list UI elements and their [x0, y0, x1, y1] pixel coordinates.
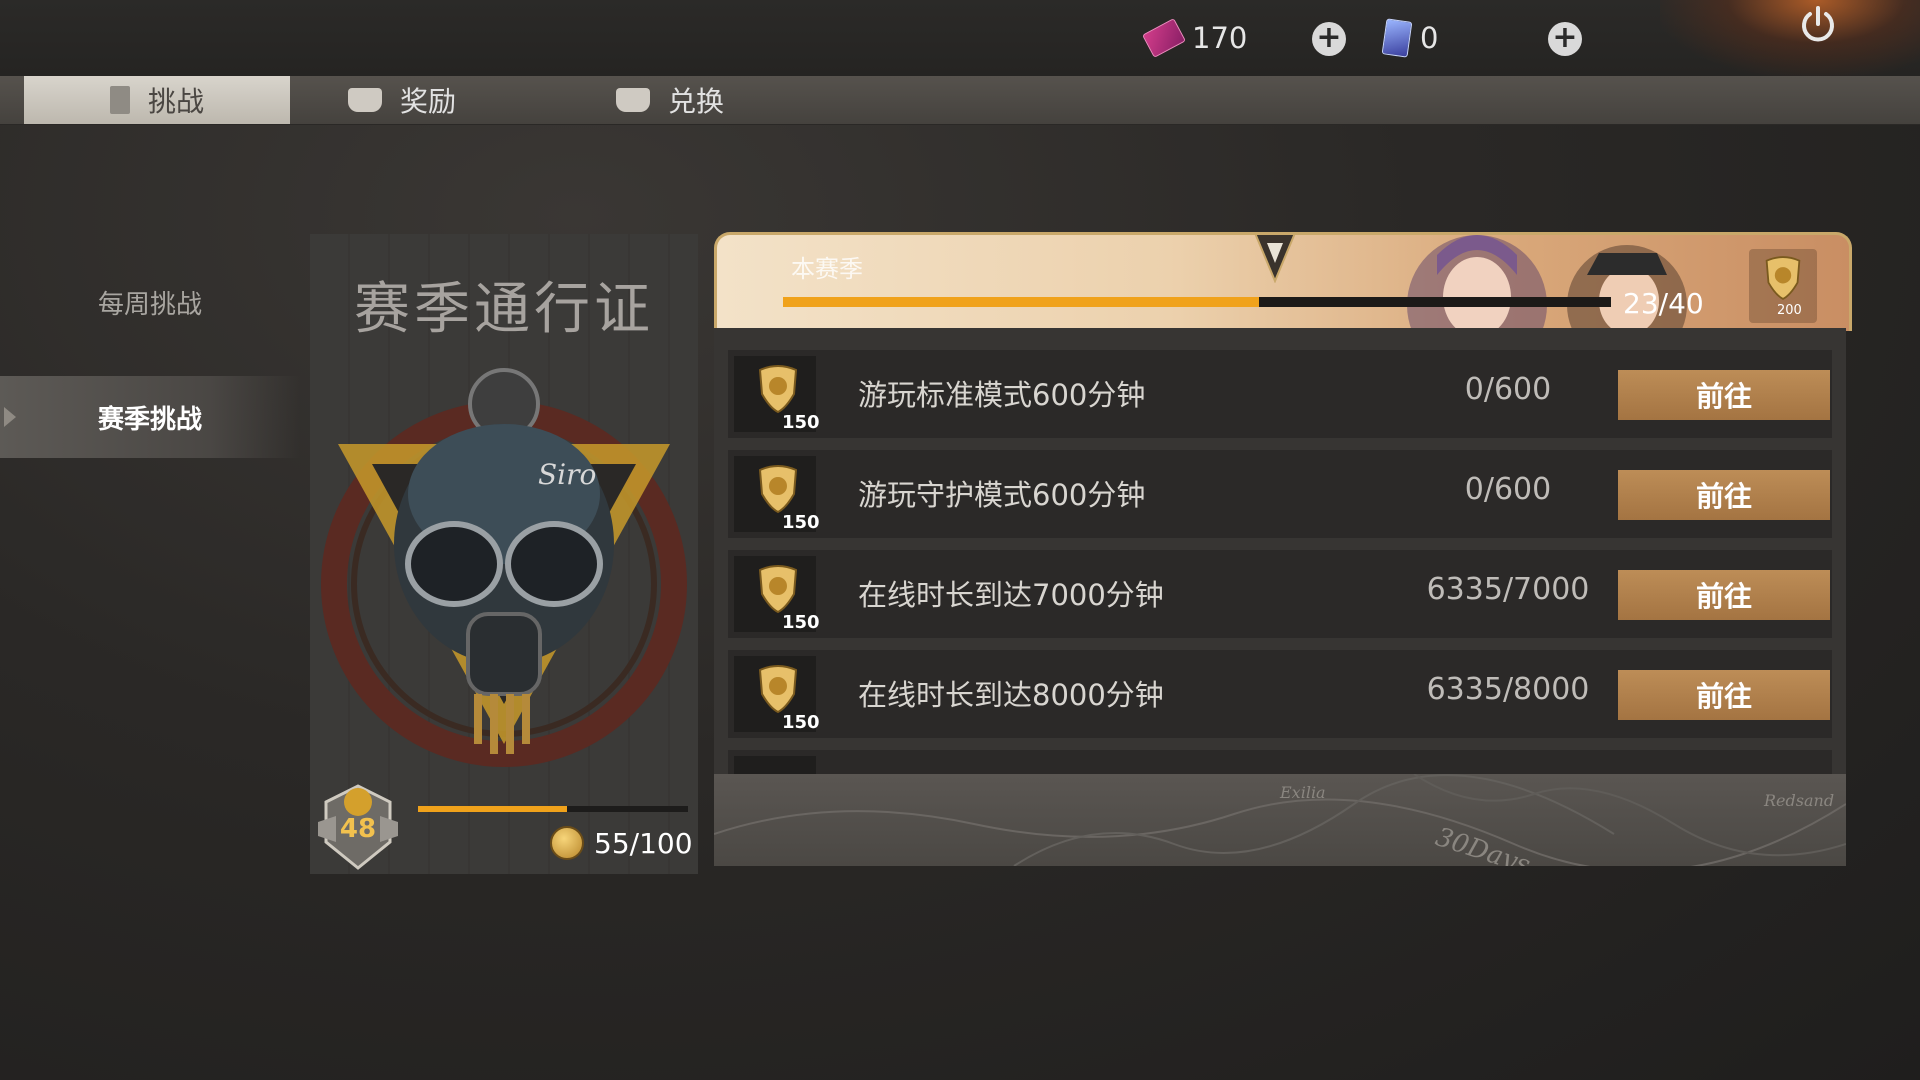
task-reward-value: 150 — [782, 612, 820, 633]
task-progress: 6335/8000 — [1426, 672, 1590, 707]
add-tickets-button[interactable]: + — [1312, 22, 1346, 56]
season-progress-fill — [783, 297, 1260, 307]
tab-exchange[interactable]: 兑换 — [616, 76, 724, 124]
task-title: 游玩标准模式600分钟 — [858, 378, 1146, 412]
gas-mask-emblem: Siro — [321, 368, 687, 767]
map-label: Redsand — [1763, 791, 1834, 810]
task-reward-box: 150 — [734, 456, 820, 533]
add-cards-button[interactable]: + — [1548, 22, 1582, 56]
card-icon — [1381, 18, 1413, 58]
shield-coin-icon — [550, 826, 584, 860]
tab-reward-label: 奖励 — [400, 85, 457, 118]
sidebar-item-season[interactable]: 赛季挑战 — [0, 376, 300, 458]
task-reward-box: 150 — [734, 356, 820, 433]
ticket-currency: 170 — [1142, 18, 1248, 58]
tab-reward[interactable]: 奖励 — [348, 76, 456, 124]
task-reward-value: 150 — [782, 412, 820, 433]
season-reward-value: 200 — [1777, 303, 1802, 318]
task-progress: 6335/7000 — [1426, 572, 1590, 607]
shield-coin-icon — [1765, 256, 1801, 300]
task-row-partial — [728, 750, 1832, 774]
task-reward-box: 150 — [734, 556, 820, 633]
shield-coin-icon — [758, 665, 798, 714]
mask-text: Siro — [538, 458, 596, 491]
task-row: 150 在线时长到达7000分钟 6335/7000 前往 — [728, 550, 1832, 638]
tab-bar: 挑战 奖励 兑换 — [0, 76, 1920, 125]
shield-coin-icon — [758, 565, 798, 614]
ticket-count: 170 — [1192, 21, 1248, 55]
tab-challenge-label: 挑战 — [147, 85, 204, 118]
chest-icon — [616, 88, 650, 112]
task-title: 在线时长到达7000分钟 — [858, 578, 1164, 612]
card-count: 0 — [1420, 21, 1439, 55]
task-row: 150 游玩守护模式600分钟 0/600 前往 — [728, 450, 1832, 538]
task-row: 150 游玩标准模式600分钟 0/600 前往 — [728, 350, 1832, 438]
go-button[interactable]: 前往 — [1618, 670, 1830, 720]
map-label: Exilia — [1279, 783, 1326, 802]
map-label: 30Days — [1432, 822, 1534, 866]
map-background: Exilia 30Days Redsand — [714, 774, 1846, 866]
banner-label: 本赛季 — [791, 255, 863, 283]
top-bar: 170 + 0 + — [0, 0, 1920, 76]
sidebar-item-weekly[interactable]: 每周挑战 — [0, 262, 300, 342]
season-progress-text: 23/40 — [1623, 287, 1704, 320]
tab-challenge[interactable]: 挑战 — [24, 76, 290, 124]
ticket-icon — [1142, 18, 1186, 58]
map-decoration: Exilia 30Days Redsand — [714, 774, 1846, 866]
task-row: 150 在线时长到达8000分钟 6335/8000 前往 — [728, 650, 1832, 738]
card-currency: 0 — [1381, 18, 1439, 58]
task-reward-box — [734, 756, 816, 774]
go-button[interactable]: 前往 — [1618, 470, 1830, 520]
task-reward-box: 150 — [734, 656, 820, 733]
season-pass-card[interactable]: 赛季通行证 Siro 48 55/100 — [310, 234, 698, 874]
banner-emblem-icon — [1254, 235, 1296, 283]
pass-progress: 55/100 — [550, 826, 693, 860]
season-progress-banner: 本赛季 23/40 200 — [714, 232, 1852, 331]
tab-exchange-label: 兑换 — [668, 85, 725, 118]
chest-icon — [348, 88, 382, 112]
task-list: 150 游玩标准模式600分钟 0/600 前往 150 游玩守护模式600分钟… — [714, 328, 1846, 774]
shield-coin-icon — [758, 365, 798, 414]
task-reward-value: 150 — [782, 512, 820, 533]
pass-level: 48 — [339, 814, 377, 844]
task-progress: 0/600 — [1464, 372, 1552, 407]
task-reward-value: 150 — [782, 712, 820, 733]
pass-progress-bar — [418, 806, 688, 812]
shield-coin-icon — [758, 465, 798, 514]
task-title: 在线时长到达8000分钟 — [858, 678, 1164, 712]
go-button[interactable]: 前往 — [1618, 370, 1830, 420]
sidebar-item-label: 赛季挑战 — [97, 404, 202, 435]
task-progress: 0/600 — [1464, 472, 1552, 507]
task-title: 游玩守护模式600分钟 — [858, 478, 1146, 512]
pass-progress-text: 55/100 — [594, 826, 693, 860]
season-progress-bar — [783, 297, 1611, 307]
power-icon[interactable] — [1798, 4, 1838, 44]
top-glow — [1660, 0, 1920, 76]
pass-progress-fill — [418, 806, 567, 812]
go-button[interactable]: 前往 — [1618, 570, 1830, 620]
sidebar-item-label: 每周挑战 — [97, 289, 202, 320]
selected-arrow-icon — [4, 407, 16, 427]
challenge-icon — [109, 86, 130, 114]
